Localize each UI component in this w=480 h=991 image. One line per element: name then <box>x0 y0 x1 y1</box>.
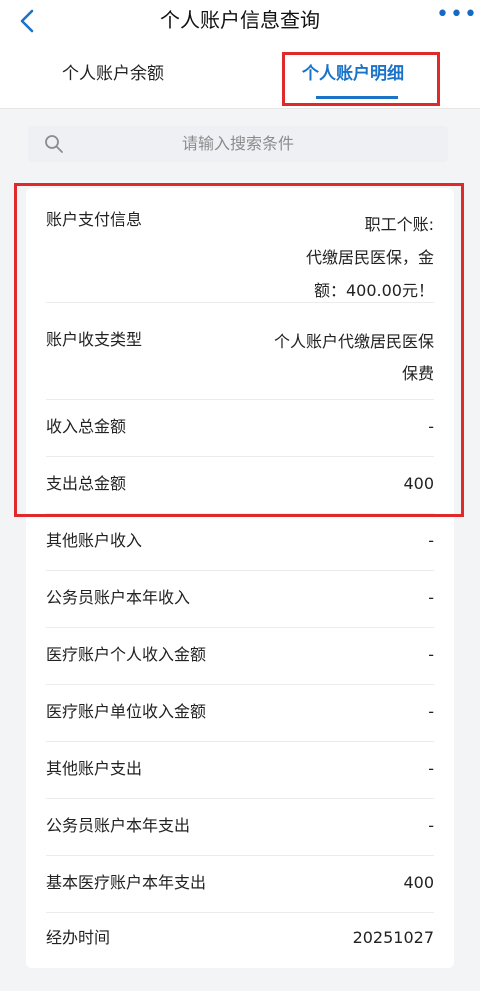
detail-label: 公务员账户本年收入 <box>46 588 191 607</box>
detail-row: 公务员账户本年支出 - <box>46 798 434 856</box>
detail-value: - <box>428 588 434 607</box>
detail-label: 基本医疗账户本年支出 <box>46 873 207 892</box>
detail-value: 20251027 <box>352 928 434 947</box>
detail-value: 400 <box>403 873 434 892</box>
detail-label: 公务员账户本年支出 <box>46 816 191 835</box>
top-bar: 个人账户信息查询 ••• <box>0 0 480 44</box>
detail-row: 其他账户收入 - <box>46 513 434 571</box>
detail-value: - <box>428 759 434 778</box>
detail-label: 医疗账户个人收入金额 <box>46 645 207 664</box>
detail-row: 经办时间 20251027 <box>46 912 434 968</box>
detail-row: 公务员账户本年收入 - <box>46 570 434 628</box>
more-dots-icon[interactable]: ••• <box>436 4 477 31</box>
detail-label: 医疗账户单位收入金额 <box>46 702 207 721</box>
highlight-box-details <box>14 183 464 517</box>
detail-value: - <box>428 645 434 664</box>
search-input[interactable]: 请输入搜索条件 <box>28 126 448 162</box>
detail-label: 经办时间 <box>46 928 111 947</box>
search-placeholder: 请输入搜索条件 <box>181 134 294 153</box>
detail-row: 基本医疗账户本年支出 400 <box>46 855 434 913</box>
page-title: 个人账户信息查询 <box>160 8 320 32</box>
detail-value: - <box>428 702 434 721</box>
detail-row: 医疗账户个人收入金额 - <box>46 627 434 685</box>
tab-account-balance[interactable]: 个人账户余额 <box>62 62 164 86</box>
detail-label: 其他账户收入 <box>46 531 143 550</box>
detail-value: - <box>428 816 434 835</box>
detail-label: 其他账户支出 <box>46 759 143 778</box>
detail-row: 其他账户支出 - <box>46 741 434 799</box>
detail-value: - <box>428 531 434 550</box>
detail-row: 医疗账户单位收入金额 - <box>46 684 434 742</box>
highlight-box-tab <box>282 52 440 106</box>
